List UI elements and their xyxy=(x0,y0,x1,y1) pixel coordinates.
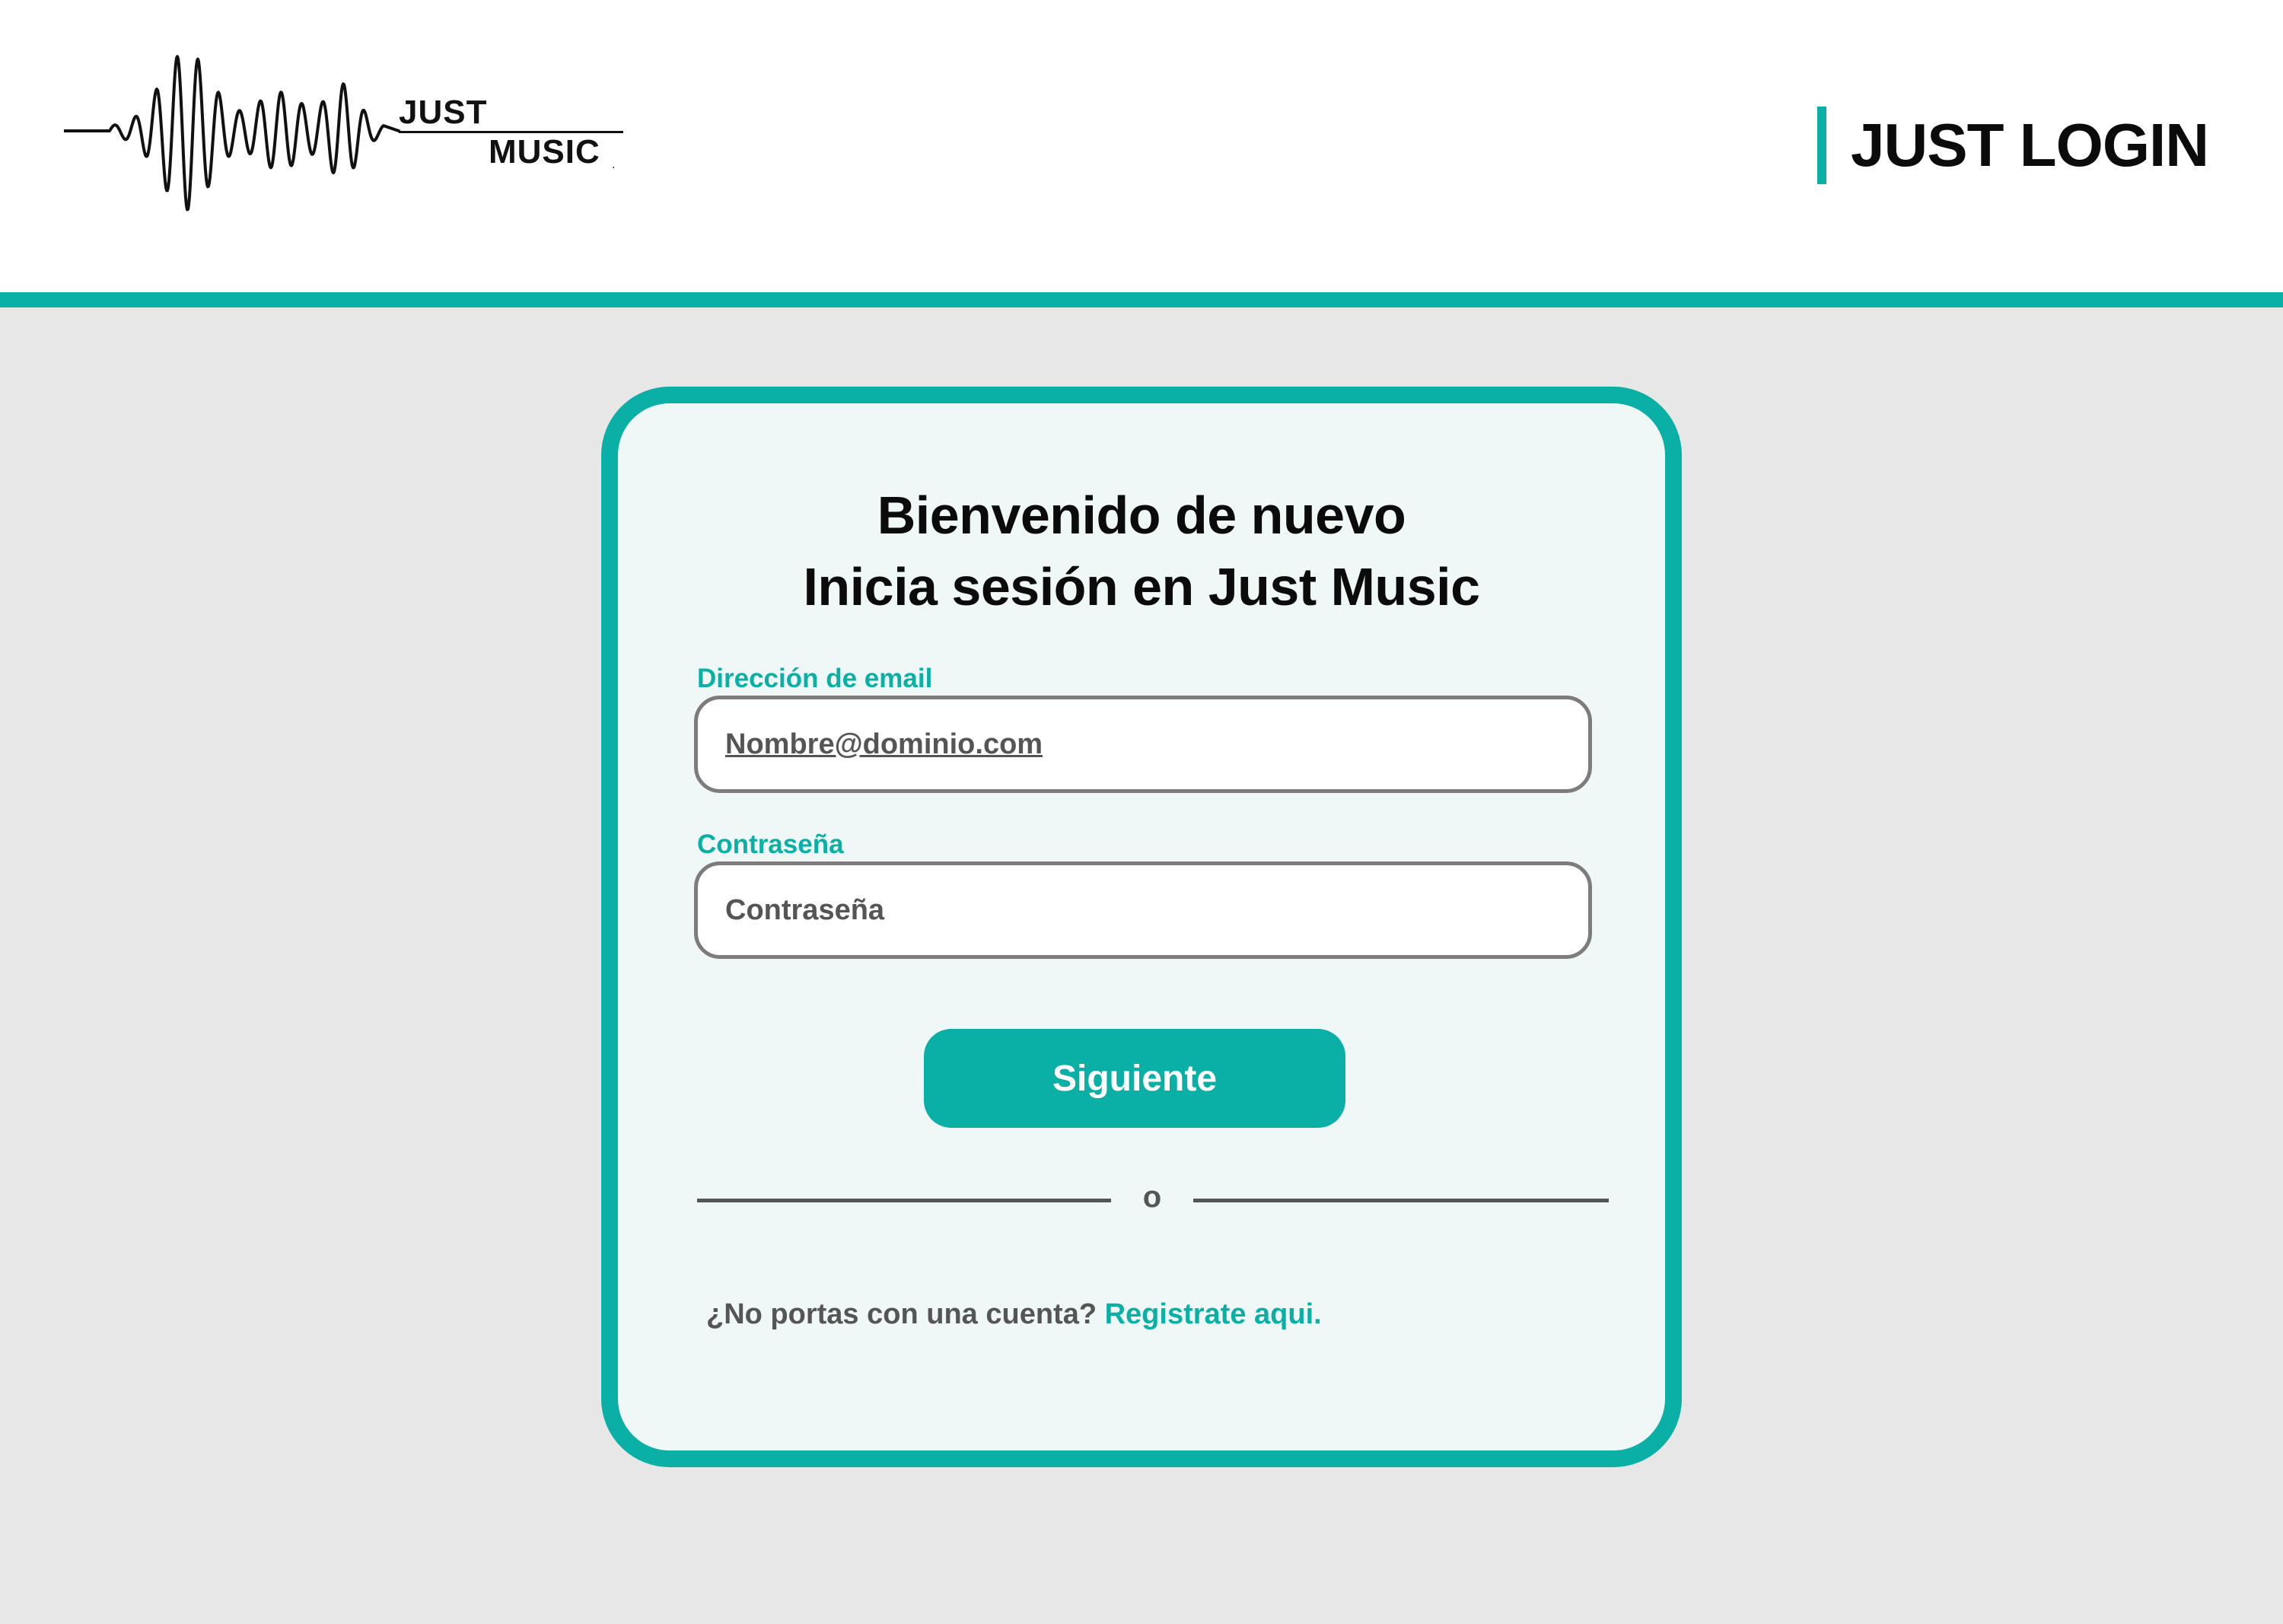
header-title: JUST LOGIN xyxy=(1851,111,2209,179)
login-heading: Bienvenido de nuevo Inicia sesión en Jus… xyxy=(618,479,1665,623)
password-field[interactable] xyxy=(694,861,1592,959)
next-button[interactable]: Siguiente xyxy=(924,1029,1345,1128)
header-divider xyxy=(0,292,2283,307)
divider-line-left xyxy=(697,1199,1111,1202)
just-music-logo[interactable]: JUST MUSIC . xyxy=(64,46,627,221)
heading-line-signin: Inicia sesión en Just Music xyxy=(803,557,1480,616)
logo-text-just: JUST xyxy=(399,94,488,131)
email-field[interactable] xyxy=(694,696,1592,793)
heading-line-welcome: Bienvenido de nuevo xyxy=(877,486,1406,545)
logo-text-music: MUSIC xyxy=(489,133,600,170)
password-label: Contraseña xyxy=(697,830,844,859)
site-header: JUST MUSIC . JUST LOGIN xyxy=(0,0,2283,292)
divider-line-right xyxy=(1193,1199,1609,1202)
header-accent-bar xyxy=(1817,107,1826,184)
divider-or-text: o xyxy=(1142,1180,1162,1214)
register-link[interactable]: Registrate aqui. xyxy=(1105,1298,1322,1330)
login-card: Bienvenido de nuevo Inicia sesión en Jus… xyxy=(601,387,1682,1467)
email-label: Dirección de email xyxy=(697,664,933,693)
register-prompt: ¿No portas con una cuenta? Registrate aq… xyxy=(706,1298,1322,1331)
register-prompt-text: ¿No portas con una cuenta? xyxy=(706,1298,1097,1330)
logo-mark: . xyxy=(612,158,616,171)
